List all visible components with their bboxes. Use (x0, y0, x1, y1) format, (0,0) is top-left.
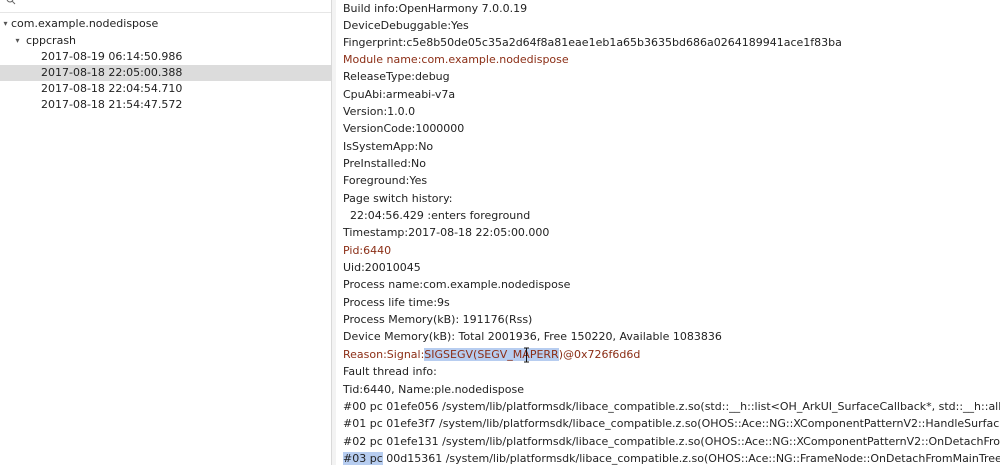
reason-suffix: )@0x726f6d6d (558, 348, 641, 361)
log-line-pid: Pid:6440 (343, 244, 392, 257)
tree-entry[interactable]: 2017-08-19 06:14:50.986 (0, 49, 331, 65)
tree-node-app[interactable]: ▾ com.example.nodedispose (0, 16, 331, 32)
tree-entry-label: 2017-08-18 22:04:54.710 (41, 82, 183, 95)
log-line-module: Module name:com.example.nodedispose (343, 53, 569, 66)
chevron-down-icon[interactable]: ▾ (1, 16, 10, 32)
log-line: Device Memory(kB): Total 2001936, Free 1… (343, 330, 722, 343)
tree-entry-label: 2017-08-19 06:14:50.986 (41, 50, 183, 63)
crash-tree-panel: ▾ com.example.nodedispose ▾ cppcrash 201… (0, 0, 331, 465)
search-icon (6, 0, 16, 5)
log-line-reason: Reason:Signal:SIGSEGV(SEGV_MAPERR)@0x726… (343, 346, 640, 363)
log-line: Fingerprint:c5e8b50de05c35a2d64f8a81eae1… (343, 36, 842, 49)
log-line: Tid:6440, Name:ple.nodedispose (343, 383, 525, 396)
log-line: #01 pc 01efe3f7 /system/lib/platformsdk/… (343, 417, 1000, 430)
chevron-down-icon[interactable]: ▾ (13, 33, 22, 49)
tree-node-cppcrash-label: cppcrash (26, 34, 77, 47)
log-line: ReleaseType:debug (343, 70, 450, 83)
text-cursor-icon (524, 347, 529, 363)
text-selection-cursor-char: R (551, 348, 559, 361)
tree-entry-label: 2017-08-18 21:54:47.572 (41, 98, 183, 111)
tree-node-app-label: com.example.nodedispose (11, 17, 159, 30)
log-line: #02 pc 01efe131 /system/lib/platformsdk/… (343, 435, 1000, 448)
log-line: PreInstalled:No (343, 157, 427, 170)
log-line: VersionCode:1000000 (343, 122, 465, 135)
log-line: Timestamp:2017-08-18 22:05:00.000 (343, 226, 550, 239)
log-line: Process life time:9s (343, 296, 450, 309)
log-line: Fault thread info: (343, 365, 437, 378)
log-line: Foreground:Yes (343, 174, 428, 187)
line-prefix-selected: #03 pc (343, 452, 383, 465)
log-line: #03 pc 00d15361 /system/lib/platformsdk/… (343, 450, 1000, 465)
tree-search-bar[interactable] (0, 0, 331, 13)
log-line: IsSystemApp:No (343, 140, 434, 153)
tree-node-cppcrash[interactable]: ▾ cppcrash (0, 33, 331, 49)
tree-entry[interactable]: 2017-08-18 22:04:54.710 (0, 81, 331, 97)
log-line: Uid:20010045 (343, 261, 421, 274)
log-line: DeviceDebuggable:Yes (343, 19, 469, 32)
tree-entry[interactable]: 2017-08-18 21:54:47.572 (0, 97, 331, 113)
tree-entry-selected[interactable]: 2017-08-18 22:05:00.388 (0, 65, 331, 81)
log-line-rest: 00d15361 /system/lib/platformsdk/libace_… (386, 452, 1000, 465)
tree-entry-label: 2017-08-18 22:05:00.388 (41, 66, 183, 79)
text-selection: SIGSEGV(SEGV_MAPER (424, 348, 552, 361)
log-line: Build info:OpenHarmony 7.0.0.19 (343, 2, 528, 15)
log-line: 22:04:56.429 :enters foreground (343, 209, 531, 222)
log-line: #00 pc 01efe056 /system/lib/platformsdk/… (343, 400, 1000, 413)
log-line: CpuAbi:armeabi-v7a (343, 88, 456, 101)
log-line: Process name:com.example.nodedispose (343, 278, 571, 291)
log-line: Process Memory(kB): 191176(Rss) (343, 313, 533, 326)
log-line: Version:1.0.0 (343, 105, 416, 118)
crash-log-view[interactable]: Build info:OpenHarmony 7.0.0.19 DeviceDe… (336, 0, 1000, 465)
log-line: Page switch history: (343, 192, 453, 205)
reason-prefix: Reason:Signal: (343, 348, 425, 361)
